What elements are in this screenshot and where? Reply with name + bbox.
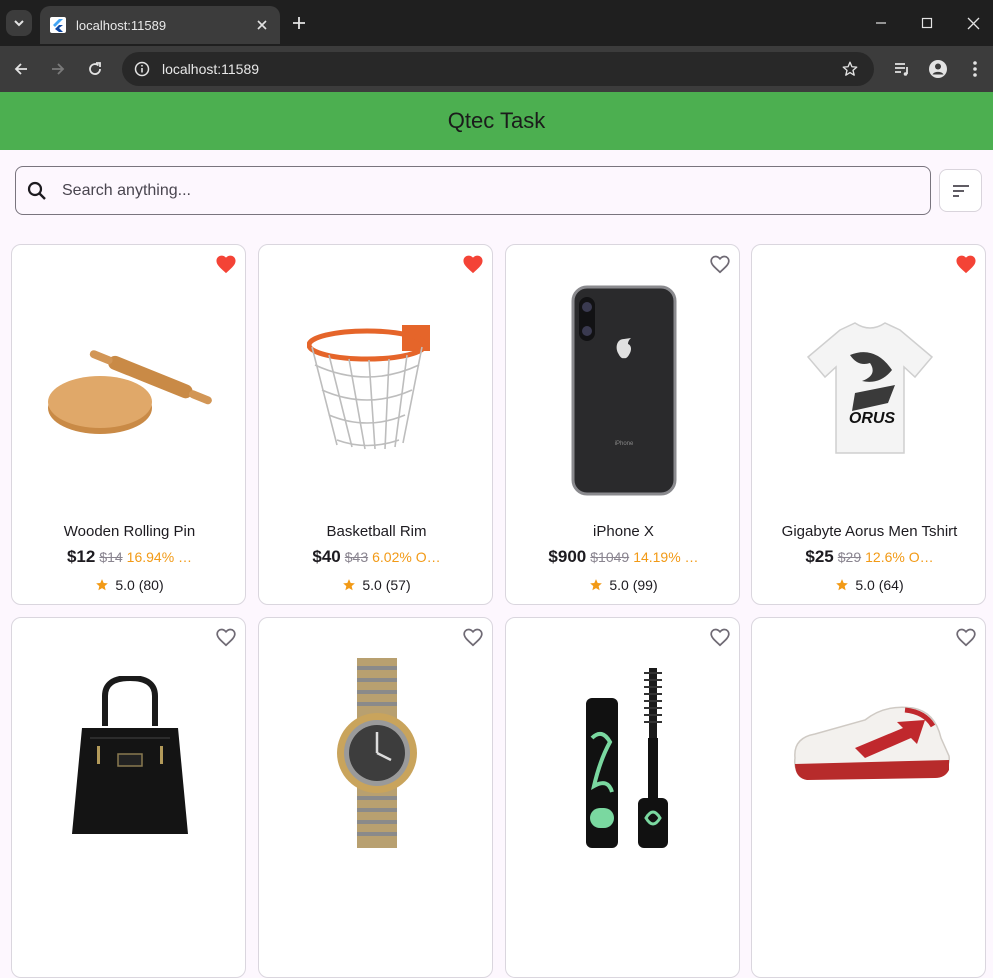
product-old-price: $1049 — [590, 549, 630, 565]
product-rating: 5.0 — [115, 577, 135, 593]
product-old-price: $43 — [344, 549, 369, 565]
star-icon — [590, 579, 603, 591]
browser-tab-bar: localhost:11589 — [0, 0, 993, 46]
url-text: localhost:11589 — [162, 61, 260, 77]
browser-toolbar: localhost:11589 — [0, 46, 993, 92]
product-card[interactable] — [505, 617, 740, 978]
sort-icon — [952, 184, 969, 197]
product-image-mascara — [506, 668, 739, 848]
product-price: $25 — [805, 547, 834, 566]
profile-icon — [929, 60, 947, 78]
product-name: Basketball Rim — [326, 523, 427, 540]
product-card[interactable] — [258, 617, 493, 978]
product-image-iphone: iPhone — [506, 265, 739, 515]
star-icon — [836, 579, 849, 591]
product-review-count: (80) — [138, 577, 164, 593]
product-review-count: (64) — [878, 577, 904, 593]
page-title: Qtec Task — [447, 108, 546, 133]
chevron-down-icon — [14, 20, 24, 27]
product-discount: 14.19% … — [633, 549, 699, 565]
product-image-tshirt: ORUS — [752, 265, 985, 515]
price-row: $25 $29 12.6% O… — [758, 547, 981, 567]
new-tab-button[interactable] — [288, 12, 310, 34]
search-bar[interactable] — [15, 166, 931, 215]
star-icon — [343, 579, 356, 591]
arrow-left-icon — [14, 63, 27, 75]
product-name: Wooden Rolling Pin — [63, 523, 196, 540]
tab-search-button[interactable] — [6, 10, 32, 36]
product-price: $900 — [548, 547, 587, 566]
product-discount: 16.94% … — [126, 549, 193, 565]
flutter-icon — [50, 17, 66, 33]
product-card[interactable]: Wooden Rolling Pin $12 $14 16.94% … 5.0 (8… — [11, 244, 246, 605]
rating-row: 5.0 (57) — [259, 577, 492, 593]
svg-text:ORUS: ORUS — [848, 410, 895, 427]
product-discount: 12.6% O… — [865, 549, 934, 565]
minimize-icon — [876, 22, 886, 24]
price-row: $900 $1049 14.19% … — [512, 547, 735, 567]
product-review-count: (99) — [632, 577, 658, 593]
media-controls-button[interactable] — [890, 57, 914, 81]
playlist-icon — [895, 63, 908, 76]
minimize-button[interactable] — [870, 12, 892, 34]
app-bar: Qtec Task — [0, 92, 993, 150]
rating-row: 5.0 (99) — [506, 577, 739, 593]
forward-button[interactable] — [46, 57, 70, 81]
favorite-heart-outline-icon[interactable] — [707, 624, 733, 650]
price-row: $40 $43 6.02% O… — [265, 547, 488, 567]
bookmark-star-icon[interactable] — [838, 57, 862, 81]
back-button[interactable] — [9, 57, 33, 81]
product-name: Gigabyte Aorus Men Tshirt — [781, 523, 958, 540]
product-old-price: $29 — [837, 549, 862, 565]
product-card[interactable]: iPhone iPhone X $900 $1049 14.19% … 5.0 (9… — [505, 244, 740, 605]
svg-text:iPhone: iPhone — [614, 441, 633, 447]
tab-title: localhost:11589 — [76, 17, 167, 33]
plus-icon — [293, 17, 305, 29]
maximize-button[interactable] — [916, 12, 938, 34]
browser-tab[interactable]: localhost:11589 — [40, 6, 280, 44]
reload-icon — [89, 62, 101, 75]
product-price: $12 — [66, 547, 96, 566]
product-image-basketball-rim — [259, 265, 492, 515]
window-close-button[interactable] — [962, 12, 984, 34]
close-tab-icon[interactable] — [254, 17, 270, 33]
info-icon[interactable] — [132, 59, 152, 79]
product-image-sneaker — [752, 678, 985, 808]
profile-button[interactable] — [926, 57, 950, 81]
product-image-rolling-pin — [12, 265, 245, 515]
product-rating: 5.0 — [855, 577, 875, 593]
rating-row: 5.0 (64) — [752, 577, 985, 593]
product-review-count: (57) — [385, 577, 411, 593]
arrow-right-icon — [52, 63, 65, 75]
price-row: $12 $14 16.94% … — [18, 547, 241, 567]
maximize-icon — [921, 17, 933, 29]
star-icon — [96, 579, 109, 591]
product-card[interactable] — [11, 617, 246, 978]
browser-menu-button[interactable] — [963, 57, 987, 81]
product-discount: 6.02% O… — [372, 549, 441, 565]
search-input[interactable] — [62, 181, 862, 200]
close-icon — [967, 17, 979, 29]
sort-filter-button[interactable] — [939, 169, 982, 212]
favorite-heart-outline-icon[interactable] — [460, 624, 486, 650]
product-old-price: $14 — [99, 549, 123, 565]
product-card[interactable]: Basketball Rim $40 $43 6.02% O… 5.0 (57) — [258, 244, 493, 605]
reload-button[interactable] — [83, 57, 107, 81]
product-name: iPhone X — [593, 523, 654, 540]
product-card[interactable] — [751, 617, 986, 978]
product-rating: 5.0 — [609, 577, 629, 593]
more-vert-icon — [973, 61, 977, 77]
product-rating: 5.0 — [362, 577, 382, 593]
product-image-watch — [259, 658, 492, 848]
product-price: $40 — [312, 547, 341, 566]
product-card[interactable]: ORUS Gigabyte Aorus Men Tshirt $25 $29 12.… — [751, 244, 986, 605]
favorite-heart-outline-icon[interactable] — [953, 624, 979, 650]
address-bar[interactable]: localhost:11589 — [122, 52, 874, 86]
favorite-heart-outline-icon[interactable] — [213, 624, 239, 650]
product-image-handbag — [12, 666, 245, 846]
search-icon — [26, 180, 48, 202]
rating-row: 5.0 (80) — [12, 577, 245, 593]
